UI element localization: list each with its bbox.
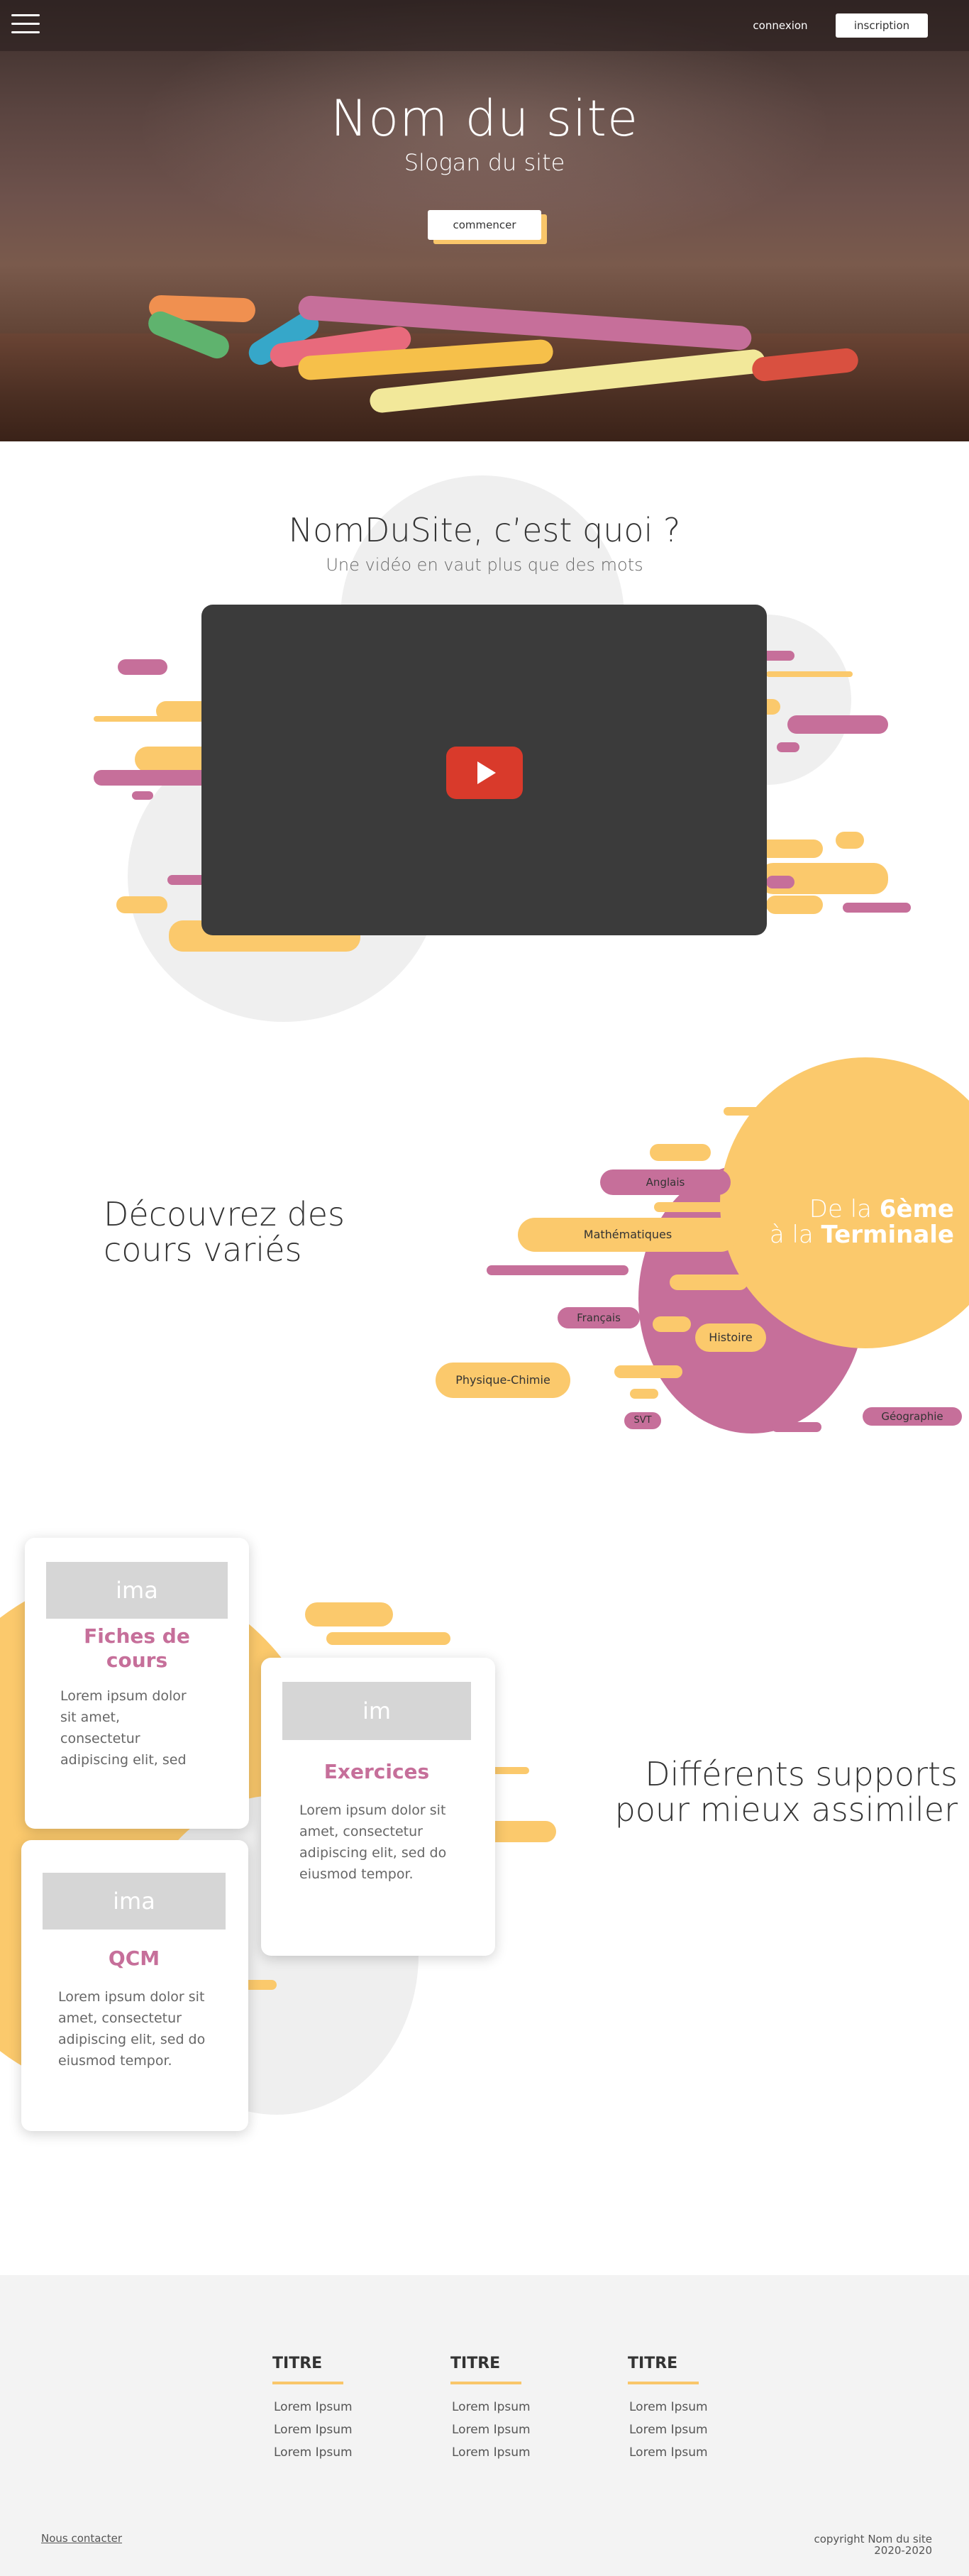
footer-link[interactable]: Lorem Ipsum — [452, 2400, 531, 2414]
footer-column-title: TITRE — [272, 2355, 323, 2372]
subject-francais[interactable]: Français — [558, 1307, 640, 1328]
card-title: Fiches de cours — [84, 1624, 190, 1672]
footer-title-underline — [628, 2382, 699, 2384]
subject-mathematiques[interactable]: Mathématiques — [518, 1218, 738, 1252]
decor-bar — [305, 1602, 393, 1626]
decor-bar — [654, 1202, 725, 1212]
courses-title-line2: cours variés — [104, 1231, 302, 1269]
top-navigation: connexion inscription — [0, 0, 969, 51]
footer-column-1: TITRE Lorem Ipsum Lorem Ipsum Lorem Ipsu… — [272, 2355, 414, 2460]
login-button[interactable]: connexion — [745, 16, 816, 35]
about-subtitle: Une vidéo en vaut plus que des mots — [326, 555, 643, 575]
footer-column-title: TITRE — [450, 2355, 501, 2372]
decor-bar — [614, 1365, 682, 1378]
decor-bar — [724, 1107, 773, 1116]
support-card-fiches[interactable]: ima Fiches de cours Lorem ipsum dolor si… — [25, 1538, 249, 1829]
contact-link[interactable]: Nous contacter — [41, 2532, 122, 2545]
grades-text: De la 6ème à la Terminale — [738, 1196, 954, 1248]
courses-title: Découvrez des cours variés — [104, 1196, 472, 1267]
footer-link[interactable]: Lorem Ipsum — [629, 2400, 708, 2414]
grades-prefix-2: à la — [769, 1221, 821, 1249]
card-image: ima — [43, 1873, 226, 1930]
decor-bar — [116, 896, 167, 913]
site-slogan: Slogan du site — [404, 149, 565, 176]
subject-anglais[interactable]: Anglais — [600, 1169, 731, 1195]
card-image: ima — [46, 1562, 228, 1619]
footer-column-title: TITRE — [628, 2355, 678, 2372]
decor-bar — [489, 1767, 529, 1774]
menu-icon[interactable] — [11, 14, 40, 34]
hero-section: connexion inscription Nom du site Slogan… — [0, 0, 969, 441]
subject-geographie[interactable]: Géographie — [863, 1407, 962, 1426]
footer-link[interactable]: Lorem Ipsum — [274, 2423, 353, 2437]
decor-bar — [766, 876, 794, 888]
footer-title-underline — [450, 2382, 521, 2384]
footer-link[interactable]: Lorem Ipsum — [629, 2445, 708, 2460]
start-button[interactable]: commencer — [428, 210, 541, 240]
footer-link[interactable]: Lorem Ipsum — [452, 2445, 531, 2460]
supports-title: Différents supports pour mieux assimiler — [589, 1756, 958, 1827]
page: connexion inscription Nom du site Slogan… — [0, 0, 969, 2576]
subject-physique-chimie[interactable]: Physique-Chimie — [436, 1363, 570, 1398]
decor-bar — [777, 742, 799, 752]
card-text: Lorem ipsum dolor sit amet, consectetur … — [299, 1802, 447, 1882]
footer-link[interactable]: Lorem Ipsum — [629, 2423, 708, 2437]
grades-prefix-1: De la — [809, 1195, 880, 1223]
grade-end: Terminale — [821, 1221, 954, 1249]
decor-bar — [836, 832, 864, 849]
card-text: Lorem ipsum dolor sit amet, consectetur … — [58, 1989, 206, 2069]
footer-column-2: TITRE Lorem Ipsum Lorem Ipsum Lorem Ipsu… — [450, 2355, 592, 2460]
copyright-line2: 2020-2020 — [874, 2544, 932, 2557]
supports-title-line1: Différents supports — [645, 1755, 958, 1793]
footer-title-underline — [272, 2382, 343, 2384]
video-player[interactable] — [201, 605, 767, 935]
subject-svt[interactable]: SVT — [624, 1412, 661, 1429]
support-card-qcm[interactable]: ima QCM Lorem ipsum dolor sit amet, cons… — [21, 1840, 248, 2131]
footer-link[interactable]: Lorem Ipsum — [452, 2423, 531, 2437]
signup-button[interactable]: inscription — [836, 13, 928, 38]
start-button-wrapper: commencer — [428, 210, 547, 244]
about-title: NomDuSite, c’est quoi ? — [288, 511, 681, 549]
card-text: Lorem ipsum dolor sit amet, consectetur … — [60, 1688, 187, 1768]
site-title: Nom du site — [330, 89, 639, 148]
footer-link[interactable]: Lorem Ipsum — [274, 2400, 353, 2414]
decor-bar — [132, 791, 153, 800]
decor-bar — [653, 1316, 691, 1332]
youtube-play-icon[interactable] — [446, 747, 523, 799]
copyright: copyright Nom du site 2020-2020 — [780, 2533, 932, 2556]
courses-title-line1: Découvrez des — [104, 1195, 345, 1233]
supports-title-line2: pour mieux assimiler — [614, 1790, 958, 1829]
decor-bar — [843, 903, 911, 913]
decor-bar — [630, 1389, 658, 1399]
subject-histoire[interactable]: Histoire — [695, 1323, 766, 1352]
decor-bar — [487, 1265, 629, 1275]
footer: TITRE Lorem Ipsum Lorem Ipsum Lorem Ipsu… — [0, 2275, 969, 2576]
decor-bar — [766, 671, 853, 677]
decor-bar — [759, 840, 823, 858]
footer-column-3: TITRE Lorem Ipsum Lorem Ipsum Lorem Ipsu… — [628, 2355, 770, 2460]
decor-bar — [118, 659, 167, 675]
decor-bar — [766, 896, 823, 914]
decor-bar — [650, 1144, 711, 1161]
copyright-line1: copyright Nom du site — [814, 2533, 932, 2545]
decor-bar — [670, 1275, 748, 1290]
support-card-exercices[interactable]: im Exercices Lorem ipsum dolor sit amet,… — [261, 1658, 495, 1956]
card-title: QCM — [108, 1947, 160, 1970]
grade-start: 6ème — [879, 1195, 954, 1223]
footer-link[interactable]: Lorem Ipsum — [274, 2445, 353, 2460]
decor-bar — [326, 1632, 450, 1645]
card-title: Exercices — [323, 1760, 430, 1783]
card-image: im — [282, 1682, 471, 1740]
decor-bar — [772, 1422, 821, 1432]
decor-bar — [787, 715, 888, 734]
